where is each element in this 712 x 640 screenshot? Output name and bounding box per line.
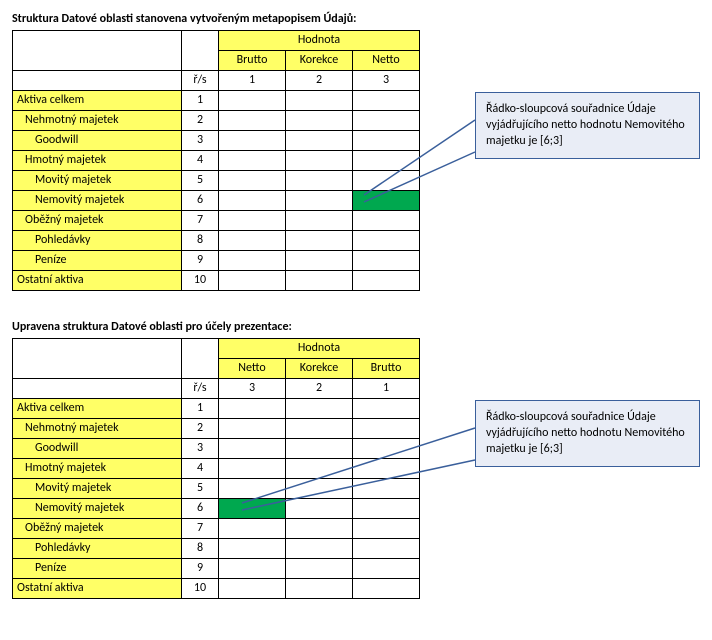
table-row: Goodwill3 — [13, 439, 420, 459]
col-header-0: Brutto — [219, 51, 286, 71]
row-label: Goodwill — [13, 439, 182, 459]
header-group: Hodnota — [219, 31, 420, 51]
row-num: 9 — [182, 251, 219, 271]
row-num: 8 — [182, 231, 219, 251]
table-row: Pohledávky8 — [13, 231, 420, 251]
row-label: Hmotný majetek — [13, 459, 182, 479]
row-label: Movitý majetek — [13, 479, 182, 499]
blank-header — [13, 339, 182, 379]
table-row: Pohledávky8 — [13, 539, 420, 559]
col-header-1: Korekce — [286, 359, 353, 379]
blank-header-rs-row — [13, 379, 182, 399]
col-header-0: Netto — [219, 359, 286, 379]
row-label: Peníze — [13, 251, 182, 271]
col-header-1: Korekce — [286, 51, 353, 71]
section-2: Upravena struktura Datové oblasti pro úč… — [12, 320, 700, 610]
row-num: 1 — [182, 399, 219, 419]
table-row: Nemovitý majetek6 — [13, 499, 420, 519]
col-header-2: Netto — [353, 51, 420, 71]
callout-text: Řádko-sloupcová souřadnice Údaje vyjádřu… — [486, 410, 685, 456]
row-num: 3 — [182, 439, 219, 459]
row-label: Nehmotný majetek — [13, 111, 182, 131]
row-label: Ostatní aktiva — [13, 579, 182, 599]
col-num-1: 2 — [286, 71, 353, 91]
highlight-cell — [353, 191, 420, 211]
row-num: 6 — [182, 191, 219, 211]
row-num: 9 — [182, 559, 219, 579]
table-row: Oběžný majetek7 — [13, 211, 420, 231]
row-label: Pohledávky — [13, 539, 182, 559]
table-row: Nehmotný majetek2 — [13, 111, 420, 131]
row-num: 7 — [182, 519, 219, 539]
table-row: Nemovitý majetek6 — [13, 191, 420, 211]
col-num-0: 3 — [219, 379, 286, 399]
section-2-title: Upravena struktura Datové oblasti pro úč… — [12, 320, 700, 334]
header-group: Hodnota — [219, 339, 420, 359]
col-num-0: 1 — [219, 71, 286, 91]
row-num: 2 — [182, 419, 219, 439]
table-2: Hodnota Netto Korekce Brutto ř/s 3 2 1 A… — [12, 338, 420, 599]
row-label: Pohledávky — [13, 231, 182, 251]
row-label: Nemovitý majetek — [13, 499, 182, 519]
row-label: Nehmotný majetek — [13, 419, 182, 439]
section-1-title: Struktura Datové oblasti stanovena vytvo… — [12, 12, 700, 26]
rs-label: ř/s — [182, 379, 219, 399]
row-num: 2 — [182, 111, 219, 131]
table-row: Hmotný majetek4 — [13, 459, 420, 479]
table-row: Movitý majetek5 — [13, 171, 420, 191]
col-num-1: 2 — [286, 379, 353, 399]
table-row: Oběžný majetek7 — [13, 519, 420, 539]
row-num: 8 — [182, 539, 219, 559]
blank-header-rs-row — [13, 71, 182, 91]
row-label: Ostatní aktiva — [13, 271, 182, 291]
row-num: 10 — [182, 579, 219, 599]
table-row: Aktiva celkem1 — [13, 399, 420, 419]
section-1: Struktura Datové oblasti stanovena vytvo… — [12, 12, 700, 302]
row-num: 7 — [182, 211, 219, 231]
row-num: 5 — [182, 479, 219, 499]
row-label: Goodwill — [13, 131, 182, 151]
row-num: 4 — [182, 459, 219, 479]
table-row: Nehmotný majetek2 — [13, 419, 420, 439]
table-row: Goodwill3 — [13, 131, 420, 151]
callout-2: Řádko-sloupcová souřadnice Údaje vyjádřu… — [475, 400, 700, 467]
row-num: 4 — [182, 151, 219, 171]
row-num: 1 — [182, 91, 219, 111]
row-label: Hmotný majetek — [13, 151, 182, 171]
table-row: Ostatní aktiva10 — [13, 579, 420, 599]
table-row: Peníze9 — [13, 559, 420, 579]
table-row: Movitý majetek5 — [13, 479, 420, 499]
row-label: Oběžný majetek — [13, 519, 182, 539]
col-num-2: 3 — [353, 71, 420, 91]
blank-header-rs — [182, 31, 219, 71]
row-label: Aktiva celkem — [13, 399, 182, 419]
table-row: Aktiva celkem1 — [13, 91, 420, 111]
col-header-2: Brutto — [353, 359, 420, 379]
row-num: 3 — [182, 131, 219, 151]
row-num: 5 — [182, 171, 219, 191]
row-label: Aktiva celkem — [13, 91, 182, 111]
row-label: Oběžný majetek — [13, 211, 182, 231]
table-row: Ostatní aktiva10 — [13, 271, 420, 291]
table-row: Peníze9 — [13, 251, 420, 271]
table-1: Hodnota Brutto Korekce Netto ř/s 1 2 3 A… — [12, 30, 420, 291]
blank-header — [13, 31, 182, 71]
rs-label: ř/s — [182, 71, 219, 91]
highlight-cell — [219, 499, 286, 519]
row-label: Peníze — [13, 559, 182, 579]
row-label: Movitý majetek — [13, 171, 182, 191]
table-row: Hmotný majetek4 — [13, 151, 420, 171]
col-num-2: 1 — [353, 379, 420, 399]
callout-1: Řádko-sloupcová souřadnice Údaje vyjádřu… — [475, 92, 700, 159]
blank-header-rs — [182, 339, 219, 379]
row-label: Nemovitý majetek — [13, 191, 182, 211]
row-num: 6 — [182, 499, 219, 519]
callout-text: Řádko-sloupcová souřadnice Údaje vyjádřu… — [486, 102, 685, 148]
row-num: 10 — [182, 271, 219, 291]
